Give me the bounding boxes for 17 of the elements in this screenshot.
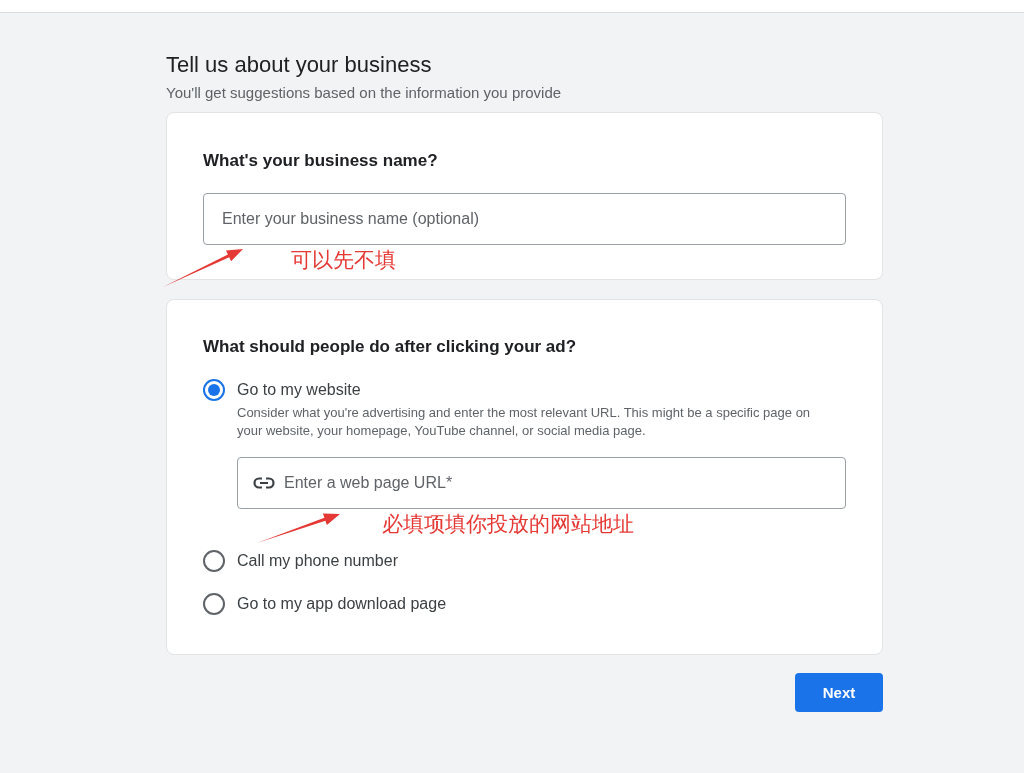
- radio-button[interactable]: [203, 379, 225, 401]
- question-heading: What's your business name?: [203, 150, 438, 172]
- question-heading: What should people do after clicking your ad?: [203, 336, 577, 358]
- link-icon: [253, 477, 275, 489]
- annotation-note: 可以先不填: [291, 248, 396, 272]
- radio-button[interactable]: [203, 550, 225, 572]
- option-description: Consider what you're advertising and enter the most relevant URL. This might be a specific page on your website, your homepage, YouTube channel, or social media page.: [237, 404, 812, 440]
- annotation-note: 必填项填你投放的网站地址: [382, 512, 634, 536]
- url-field[interactable]: Enter a web page URL*: [237, 457, 846, 509]
- radio-button[interactable]: [203, 593, 225, 615]
- business-name-field[interactable]: Enter your business name (optional): [203, 193, 846, 245]
- next-button[interactable]: Next: [795, 673, 883, 712]
- page-subtitle: You'll get suggestions based on the information you provide: [166, 84, 562, 102]
- option-label[interactable]: Go to my app download page: [237, 593, 447, 615]
- page-title: Tell us about your business: [166, 52, 432, 78]
- option-label[interactable]: Call my phone number: [237, 550, 398, 572]
- option-label[interactable]: Go to my website: [237, 379, 361, 401]
